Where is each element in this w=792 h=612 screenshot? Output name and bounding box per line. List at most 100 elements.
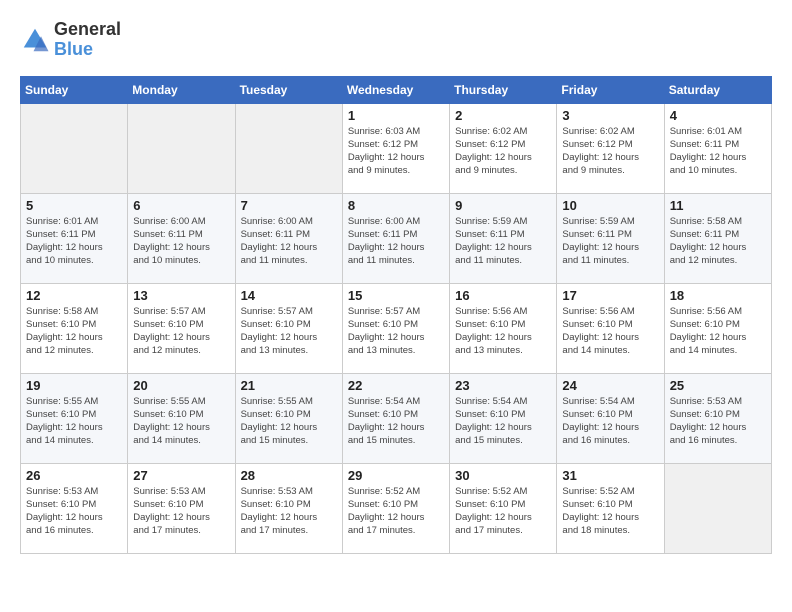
day-info: Sunrise: 6:01 AM Sunset: 6:11 PM Dayligh… bbox=[26, 215, 122, 268]
day-number: 3 bbox=[562, 108, 658, 123]
calendar-cell: 24 Sunrise: 5:54 AM Sunset: 6:10 PM Dayli… bbox=[557, 373, 664, 463]
day-number: 24 bbox=[562, 378, 658, 393]
weekday-header-wednesday: Wednesday bbox=[342, 76, 449, 103]
day-number: 4 bbox=[670, 108, 766, 123]
day-info: Sunrise: 5:53 AM Sunset: 6:10 PM Dayligh… bbox=[241, 485, 337, 538]
calendar-cell: 4 Sunrise: 6:01 AM Sunset: 6:11 PM Daylig… bbox=[664, 103, 771, 193]
calendar-cell: 15 Sunrise: 5:57 AM Sunset: 6:10 PM Dayli… bbox=[342, 283, 449, 373]
calendar-week-3: 12Sunrise: 5:58 AM Sunset: 6:10 PM Dayli… bbox=[21, 283, 772, 373]
day-info: Sunrise: 5:53 AM Sunset: 6:10 PM Dayligh… bbox=[26, 485, 122, 538]
calendar-cell: 30 Sunrise: 5:52 AM Sunset: 6:10 PM Dayli… bbox=[450, 463, 557, 553]
day-info: Sunrise: 5:56 AM Sunset: 6:10 PM Dayligh… bbox=[562, 305, 658, 358]
calendar-cell: 5 Sunrise: 6:01 AM Sunset: 6:11 PM Daylig… bbox=[21, 193, 128, 283]
calendar-cell: 26 Sunrise: 5:53 AM Sunset: 6:10 PM Dayli… bbox=[21, 463, 128, 553]
calendar-cell: 9Sunrise: 5:59 AM Sunset: 6:11 PM Daylig… bbox=[450, 193, 557, 283]
day-info: Sunrise: 5:58 AM Sunset: 6:11 PM Dayligh… bbox=[670, 215, 766, 268]
day-info: Sunrise: 6:02 AM Sunset: 6:12 PM Dayligh… bbox=[562, 125, 658, 178]
weekday-header-tuesday: Tuesday bbox=[235, 76, 342, 103]
calendar-cell: 2 Sunrise: 6:02 AM Sunset: 6:12 PM Daylig… bbox=[450, 103, 557, 193]
calendar-cell: 31 Sunrise: 5:52 AM Sunset: 6:10 PM Dayli… bbox=[557, 463, 664, 553]
day-number: 26 bbox=[26, 468, 122, 483]
day-info: Sunrise: 5:55 AM Sunset: 6:10 PM Dayligh… bbox=[133, 395, 229, 448]
logo-text: General Blue bbox=[54, 20, 121, 60]
weekday-header-thursday: Thursday bbox=[450, 76, 557, 103]
day-info: Sunrise: 5:56 AM Sunset: 6:10 PM Dayligh… bbox=[455, 305, 551, 358]
day-info: Sunrise: 6:00 AM Sunset: 6:11 PM Dayligh… bbox=[133, 215, 229, 268]
day-info: Sunrise: 5:57 AM Sunset: 6:10 PM Dayligh… bbox=[241, 305, 337, 358]
weekday-header-friday: Friday bbox=[557, 76, 664, 103]
day-info: Sunrise: 6:02 AM Sunset: 6:12 PM Dayligh… bbox=[455, 125, 551, 178]
day-info: Sunrise: 5:53 AM Sunset: 6:10 PM Dayligh… bbox=[133, 485, 229, 538]
day-info: Sunrise: 5:52 AM Sunset: 6:10 PM Dayligh… bbox=[562, 485, 658, 538]
day-number: 27 bbox=[133, 468, 229, 483]
day-info: Sunrise: 6:00 AM Sunset: 6:11 PM Dayligh… bbox=[241, 215, 337, 268]
day-info: Sunrise: 5:59 AM Sunset: 6:11 PM Dayligh… bbox=[455, 215, 551, 268]
calendar-cell: 20 Sunrise: 5:55 AM Sunset: 6:10 PM Dayli… bbox=[128, 373, 235, 463]
calendar-cell bbox=[128, 103, 235, 193]
day-number: 1 bbox=[348, 108, 444, 123]
day-number: 28 bbox=[241, 468, 337, 483]
calendar-week-4: 19Sunrise: 5:55 AM Sunset: 6:10 PM Dayli… bbox=[21, 373, 772, 463]
calendar-week-5: 26 Sunrise: 5:53 AM Sunset: 6:10 PM Dayli… bbox=[21, 463, 772, 553]
day-info: Sunrise: 5:58 AM Sunset: 6:10 PM Dayligh… bbox=[26, 305, 122, 358]
day-number: 14 bbox=[241, 288, 337, 303]
weekday-header-row: SundayMondayTuesdayWednesdayThursdayFrid… bbox=[21, 76, 772, 103]
calendar-week-2: 5 Sunrise: 6:01 AM Sunset: 6:11 PM Daylig… bbox=[21, 193, 772, 283]
calendar-cell: 7 Sunrise: 6:00 AM Sunset: 6:11 PM Daylig… bbox=[235, 193, 342, 283]
calendar-cell: 16Sunrise: 5:56 AM Sunset: 6:10 PM Dayli… bbox=[450, 283, 557, 373]
day-number: 31 bbox=[562, 468, 658, 483]
day-info: Sunrise: 6:00 AM Sunset: 6:11 PM Dayligh… bbox=[348, 215, 444, 268]
calendar-cell: 21 Sunrise: 5:55 AM Sunset: 6:10 PM Dayli… bbox=[235, 373, 342, 463]
day-number: 11 bbox=[670, 198, 766, 213]
calendar-cell bbox=[21, 103, 128, 193]
day-number: 25 bbox=[670, 378, 766, 393]
day-number: 18 bbox=[670, 288, 766, 303]
day-info: Sunrise: 6:01 AM Sunset: 6:11 PM Dayligh… bbox=[670, 125, 766, 178]
day-info: Sunrise: 5:53 AM Sunset: 6:10 PM Dayligh… bbox=[670, 395, 766, 448]
day-info: Sunrise: 5:54 AM Sunset: 6:10 PM Dayligh… bbox=[348, 395, 444, 448]
logo: General Blue bbox=[20, 20, 121, 60]
day-number: 21 bbox=[241, 378, 337, 393]
calendar-cell: 14 Sunrise: 5:57 AM Sunset: 6:10 PM Dayli… bbox=[235, 283, 342, 373]
day-info: Sunrise: 6:03 AM Sunset: 6:12 PM Dayligh… bbox=[348, 125, 444, 178]
day-info: Sunrise: 5:55 AM Sunset: 6:10 PM Dayligh… bbox=[241, 395, 337, 448]
day-number: 2 bbox=[455, 108, 551, 123]
weekday-header-sunday: Sunday bbox=[21, 76, 128, 103]
calendar-cell: 29Sunrise: 5:52 AM Sunset: 6:10 PM Dayli… bbox=[342, 463, 449, 553]
calendar-week-1: 1 Sunrise: 6:03 AM Sunset: 6:12 PM Daylig… bbox=[21, 103, 772, 193]
calendar-cell: 18 Sunrise: 5:56 AM Sunset: 6:10 PM Dayli… bbox=[664, 283, 771, 373]
day-number: 5 bbox=[26, 198, 122, 213]
day-number: 6 bbox=[133, 198, 229, 213]
day-number: 22 bbox=[348, 378, 444, 393]
day-info: Sunrise: 5:54 AM Sunset: 6:10 PM Dayligh… bbox=[455, 395, 551, 448]
calendar-cell: 27 Sunrise: 5:53 AM Sunset: 6:10 PM Dayli… bbox=[128, 463, 235, 553]
weekday-header-monday: Monday bbox=[128, 76, 235, 103]
day-number: 10 bbox=[562, 198, 658, 213]
calendar-cell bbox=[664, 463, 771, 553]
calendar-cell bbox=[235, 103, 342, 193]
day-number: 13 bbox=[133, 288, 229, 303]
weekday-header-saturday: Saturday bbox=[664, 76, 771, 103]
calendar-table: SundayMondayTuesdayWednesdayThursdayFrid… bbox=[20, 76, 772, 554]
calendar-cell: 23 Sunrise: 5:54 AM Sunset: 6:10 PM Dayli… bbox=[450, 373, 557, 463]
day-info: Sunrise: 5:54 AM Sunset: 6:10 PM Dayligh… bbox=[562, 395, 658, 448]
day-number: 15 bbox=[348, 288, 444, 303]
calendar-cell: 22 Sunrise: 5:54 AM Sunset: 6:10 PM Dayli… bbox=[342, 373, 449, 463]
day-info: Sunrise: 5:55 AM Sunset: 6:10 PM Dayligh… bbox=[26, 395, 122, 448]
day-info: Sunrise: 5:57 AM Sunset: 6:10 PM Dayligh… bbox=[133, 305, 229, 358]
calendar-cell: 25 Sunrise: 5:53 AM Sunset: 6:10 PM Dayli… bbox=[664, 373, 771, 463]
day-number: 20 bbox=[133, 378, 229, 393]
day-number: 29 bbox=[348, 468, 444, 483]
calendar-cell: 10 Sunrise: 5:59 AM Sunset: 6:11 PM Dayli… bbox=[557, 193, 664, 283]
day-number: 7 bbox=[241, 198, 337, 213]
day-number: 30 bbox=[455, 468, 551, 483]
calendar-cell: 8Sunrise: 6:00 AM Sunset: 6:11 PM Daylig… bbox=[342, 193, 449, 283]
calendar-cell: 1 Sunrise: 6:03 AM Sunset: 6:12 PM Daylig… bbox=[342, 103, 449, 193]
day-number: 23 bbox=[455, 378, 551, 393]
day-info: Sunrise: 5:56 AM Sunset: 6:10 PM Dayligh… bbox=[670, 305, 766, 358]
day-info: Sunrise: 5:59 AM Sunset: 6:11 PM Dayligh… bbox=[562, 215, 658, 268]
page-header: General Blue bbox=[20, 20, 772, 60]
calendar-cell: 6 Sunrise: 6:00 AM Sunset: 6:11 PM Daylig… bbox=[128, 193, 235, 283]
day-info: Sunrise: 5:52 AM Sunset: 6:10 PM Dayligh… bbox=[455, 485, 551, 538]
day-info: Sunrise: 5:57 AM Sunset: 6:10 PM Dayligh… bbox=[348, 305, 444, 358]
